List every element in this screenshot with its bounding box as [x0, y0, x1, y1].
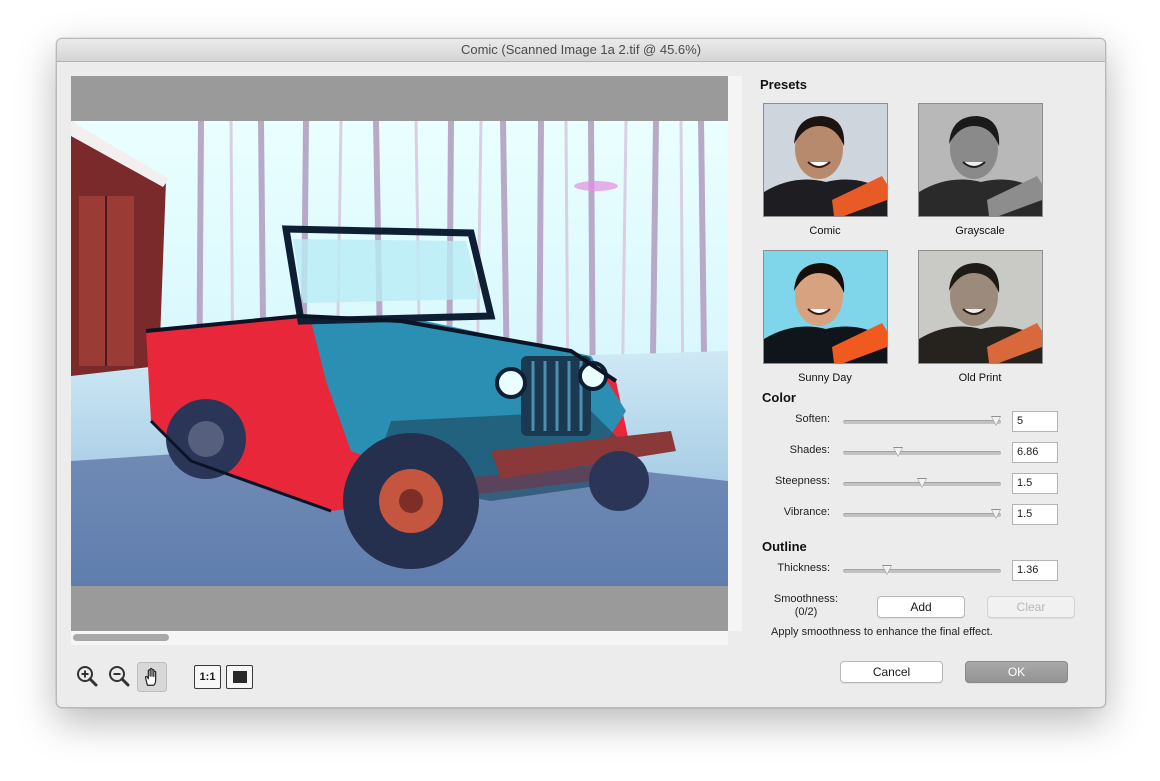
scrollbar-thumb[interactable]	[73, 634, 169, 641]
vibrance-slider-knob[interactable]	[991, 509, 1002, 519]
vibrance-label: Vibrance:	[783, 506, 830, 518]
shades-label: Shades:	[789, 444, 830, 456]
window-title: Comic (Scanned Image 1a 2.tif @ 45.6%)	[57, 39, 1105, 62]
thickness-label: Thickness:	[777, 562, 830, 574]
thickness-field[interactable]: 1.36	[1012, 560, 1058, 581]
preset-thumb-grayscale[interactable]	[918, 103, 1043, 217]
smoothness-label: Smoothness:	[773, 593, 839, 605]
vibrance-field[interactable]: 1.5	[1012, 504, 1058, 525]
outline-heading: Outline	[762, 539, 807, 554]
smoothness-hint: Apply smoothness to enhance the final ef…	[771, 626, 993, 638]
hand-icon	[144, 667, 157, 686]
steepness-slider[interactable]	[843, 478, 1001, 488]
zoom-in-icon	[77, 666, 98, 687]
ok-button[interactable]: OK	[965, 661, 1068, 683]
thickness-slider-knob[interactable]	[882, 565, 893, 575]
smoothness-label-group: Smoothness: (0/2)	[771, 593, 841, 619]
shades-slider-knob[interactable]	[893, 447, 904, 457]
soften-label: Soften:	[795, 413, 830, 425]
preset-sunny-day-image	[764, 251, 887, 363]
add-smoothness-button[interactable]: Add	[877, 596, 965, 618]
preset-thumb-sunny-day[interactable]	[763, 250, 888, 364]
preset-thumb-old-print[interactable]	[918, 250, 1043, 364]
soften-field[interactable]: 5	[1012, 411, 1058, 432]
soften-slider-knob[interactable]	[991, 416, 1002, 426]
shades-field[interactable]: 6.86	[1012, 442, 1058, 463]
soften-slider[interactable]	[843, 416, 1002, 426]
preset-thumb-comic[interactable]	[763, 103, 888, 217]
preset-label-sunny-day: Sunny Day	[798, 372, 852, 384]
preview-horizontal-scrollbar[interactable]	[71, 631, 728, 645]
preset-grayscale-image	[919, 104, 1042, 216]
preset-old-print-image	[919, 251, 1042, 363]
zoom-in-button[interactable]	[74, 663, 100, 689]
thickness-slider[interactable]	[843, 565, 1001, 575]
vibrance-slider[interactable]	[843, 509, 1002, 519]
comic-filter-dialog: Comic (Scanned Image 1a 2.tif @ 45.6%) 1…	[56, 38, 1106, 708]
smoothness-count: (0/2)	[794, 606, 818, 618]
color-heading: Color	[762, 390, 796, 405]
actual-size-button[interactable]: 1:1	[194, 665, 221, 689]
clear-smoothness-button[interactable]: Clear	[987, 596, 1075, 618]
hand-tool-button[interactable]	[137, 662, 167, 692]
preset-label-comic: Comic	[809, 225, 841, 237]
shades-slider[interactable]	[843, 447, 1001, 457]
preset-label-grayscale: Grayscale	[955, 225, 1005, 237]
steepness-field[interactable]: 1.5	[1012, 473, 1058, 494]
steepness-label: Steepness:	[774, 475, 830, 487]
zoom-out-icon	[109, 666, 130, 687]
preview-vertical-scrollbar[interactable]	[728, 76, 742, 631]
presets-heading: Presets	[760, 77, 807, 92]
preset-comic-image	[764, 104, 887, 216]
zoom-out-button[interactable]	[106, 663, 132, 689]
preview-image	[71, 121, 728, 586]
cancel-button[interactable]: Cancel	[840, 661, 943, 683]
fit-to-window-icon	[232, 671, 247, 683]
steepness-slider-knob[interactable]	[917, 478, 927, 488]
fit-to-window-button[interactable]	[226, 665, 253, 689]
image-preview[interactable]	[71, 76, 728, 631]
preset-label-old-print: Old Print	[958, 372, 1002, 384]
actual-size-icon: 1:1	[199, 671, 216, 683]
